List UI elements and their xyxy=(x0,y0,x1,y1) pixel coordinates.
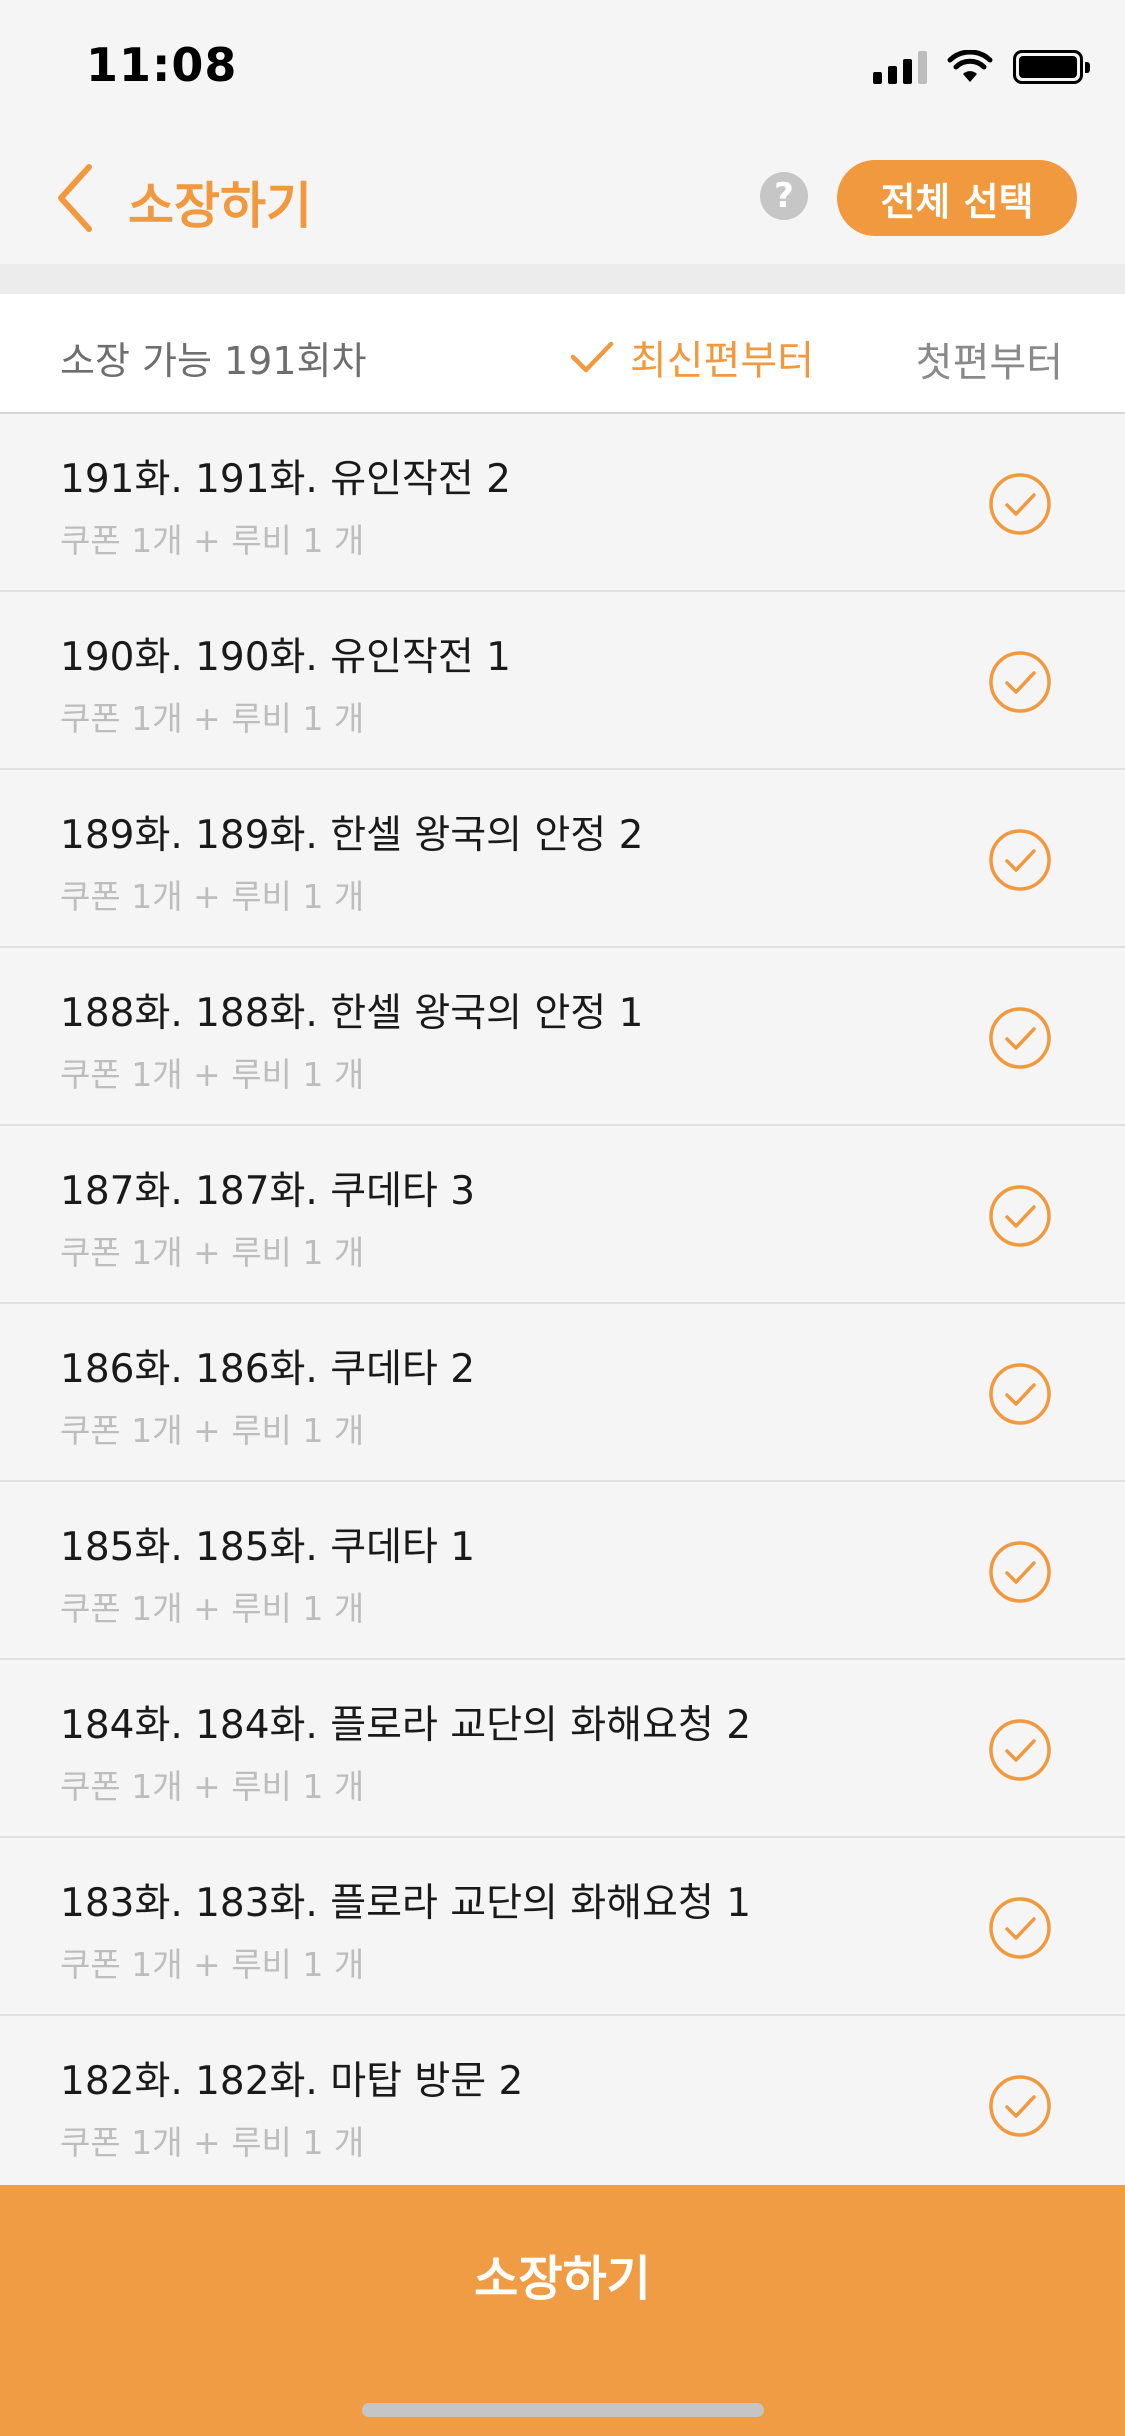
cellular-signal-icon xyxy=(873,50,927,84)
available-episodes-count: 소장 가능 191회차 xyxy=(60,339,367,383)
episode-price: 쿠폰 1개 + 루비 1 개 xyxy=(60,2123,365,2162)
check-circle-icon[interactable] xyxy=(988,650,1052,714)
wifi-icon xyxy=(947,50,993,82)
episode-title: 184화. 184화. 플로라 교단의 화해요청 2 xyxy=(60,1703,752,1748)
episode-price: 쿠폰 1개 + 루비 1 개 xyxy=(60,1589,365,1628)
check-circle-icon[interactable] xyxy=(988,1362,1052,1426)
episode-price: 쿠폰 1개 + 루비 1 개 xyxy=(60,521,365,560)
sort-bar: 소장 가능 191회차 최신편부터 첫편부터 xyxy=(0,294,1125,414)
check-circle-icon[interactable] xyxy=(988,1896,1052,1960)
sort-newest-label: 최신편부터 xyxy=(630,338,814,384)
check-circle-icon[interactable] xyxy=(988,1540,1052,1604)
check-circle-icon[interactable] xyxy=(988,1006,1052,1070)
episode-row[interactable]: 188화. 188화. 한셀 왕국의 안정 1 쿠폰 1개 + 루비 1 개 xyxy=(0,948,1125,1126)
sort-newest-option[interactable]: 최신편부터 xyxy=(570,328,814,386)
episode-title: 190화. 190화. 유인작전 1 xyxy=(60,635,511,680)
episode-price: 쿠폰 1개 + 루비 1 개 xyxy=(60,1411,365,1450)
episode-title: 182화. 182화. 마탑 방문 2 xyxy=(60,2059,524,2104)
sort-oldest-option[interactable]: 첫편부터 xyxy=(916,330,1063,388)
episode-row[interactable]: 189화. 189화. 한셀 왕국의 안정 2 쿠폰 1개 + 루비 1 개 xyxy=(0,770,1125,948)
check-circle-icon[interactable] xyxy=(988,828,1052,892)
episode-row[interactable]: 185화. 185화. 쿠데타 1 쿠폰 1개 + 루비 1 개 xyxy=(0,1482,1125,1660)
checkmark-icon xyxy=(570,341,614,373)
select-all-button[interactable]: 전체 선택 xyxy=(837,160,1077,236)
episode-row[interactable]: 191화. 191화. 유인작전 2 쿠폰 1개 + 루비 1 개 xyxy=(0,414,1125,592)
episode-title: 189화. 189화. 한셀 왕국의 안정 2 xyxy=(60,813,644,858)
episode-price: 쿠폰 1개 + 루비 1 개 xyxy=(60,1767,365,1806)
battery-icon xyxy=(1013,50,1090,84)
episode-row[interactable]: 183화. 183화. 플로라 교단의 화해요청 1 쿠폰 1개 + 루비 1 … xyxy=(0,1838,1125,2016)
check-circle-icon[interactable] xyxy=(988,1184,1052,1248)
episode-price: 쿠폰 1개 + 루비 1 개 xyxy=(60,1945,365,1984)
episode-list: 191화. 191화. 유인작전 2 쿠폰 1개 + 루비 1 개 190화. … xyxy=(0,414,1125,2194)
episode-price: 쿠폰 1개 + 루비 1 개 xyxy=(60,877,365,916)
buy-button[interactable]: 소장하기 xyxy=(0,2185,1125,2436)
episode-row[interactable]: 186화. 186화. 쿠데타 2 쿠폰 1개 + 루비 1 개 xyxy=(0,1304,1125,1482)
chevron-left-icon xyxy=(58,164,92,232)
home-indicator[interactable] xyxy=(362,2403,764,2417)
episode-title: 183화. 183화. 플로라 교단의 화해요청 1 xyxy=(60,1881,752,1926)
episode-price: 쿠폰 1개 + 루비 1 개 xyxy=(60,1233,365,1272)
episode-title: 187화. 187화. 쿠데타 3 xyxy=(60,1169,476,1214)
episode-title: 191화. 191화. 유인작전 2 xyxy=(60,457,511,502)
check-circle-icon[interactable] xyxy=(988,2074,1052,2138)
episode-title: 185화. 185화. 쿠데타 1 xyxy=(60,1525,476,1570)
page-title: 소장하기 xyxy=(128,177,312,235)
nav-header: 소장하기 ? 전체 선택 xyxy=(0,132,1125,264)
help-icon[interactable]: ? xyxy=(760,172,808,220)
episode-row[interactable]: 182화. 182화. 마탑 방문 2 쿠폰 1개 + 루비 1 개 xyxy=(0,2016,1125,2194)
buy-button-label: 소장하기 xyxy=(474,2251,651,2307)
episode-price: 쿠폰 1개 + 루비 1 개 xyxy=(60,699,365,738)
screen: 11:08 소장하기 ? 전체 선택 소장 가능 191회차 최신편부터 첫편부… xyxy=(0,0,1125,2436)
episode-price: 쿠폰 1개 + 루비 1 개 xyxy=(60,1055,365,1094)
status-icons xyxy=(873,50,1090,84)
section-divider xyxy=(0,264,1125,294)
status-bar: 11:08 xyxy=(0,0,1125,132)
back-button[interactable] xyxy=(40,158,110,238)
episode-title: 188화. 188화. 한셀 왕국의 안정 1 xyxy=(60,991,644,1036)
episode-row[interactable]: 187화. 187화. 쿠데타 3 쿠폰 1개 + 루비 1 개 xyxy=(0,1126,1125,1304)
check-circle-icon[interactable] xyxy=(988,1718,1052,1782)
episode-row[interactable]: 190화. 190화. 유인작전 1 쿠폰 1개 + 루비 1 개 xyxy=(0,592,1125,770)
status-time: 11:08 xyxy=(86,38,238,92)
episode-row[interactable]: 184화. 184화. 플로라 교단의 화해요청 2 쿠폰 1개 + 루비 1 … xyxy=(0,1660,1125,1838)
check-circle-icon[interactable] xyxy=(988,472,1052,536)
episode-title: 186화. 186화. 쿠데타 2 xyxy=(60,1347,476,1392)
